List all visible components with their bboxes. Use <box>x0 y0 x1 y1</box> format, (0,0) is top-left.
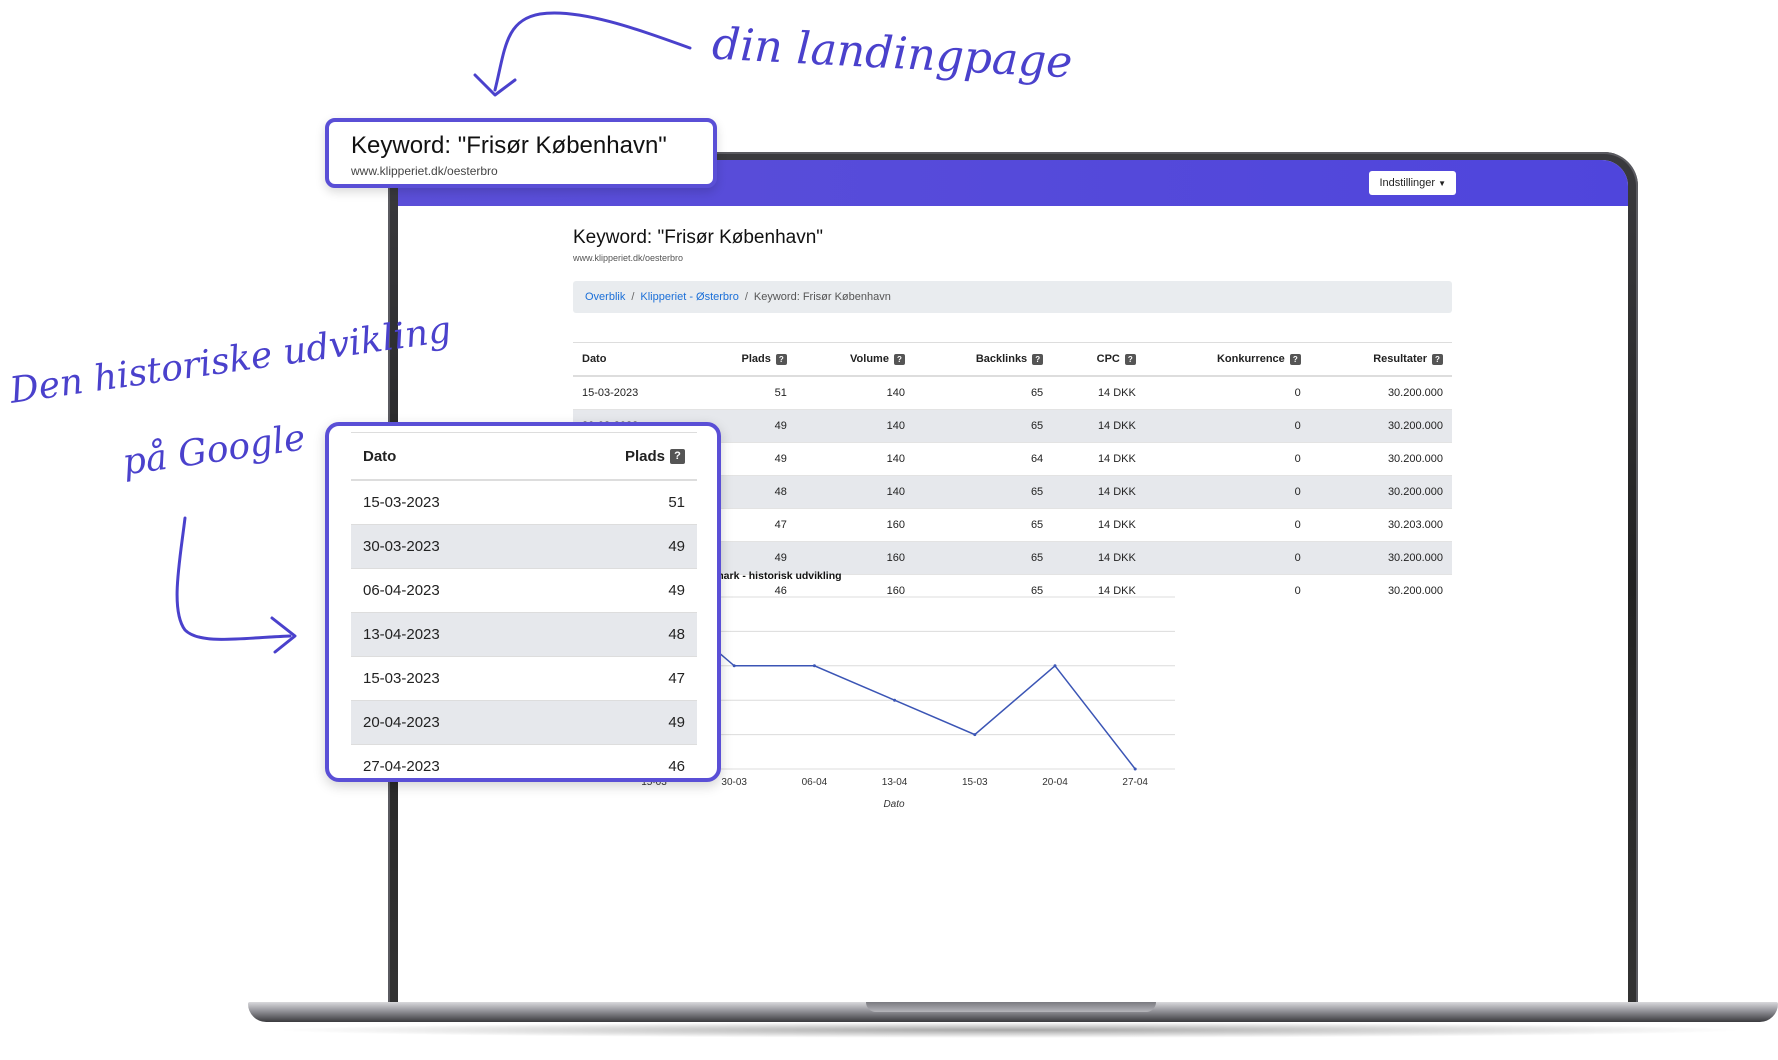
history-callout-table: Dato Plads? 15-03-2023 51 30-03-2023 49 06… <box>351 432 697 778</box>
table-row: 13-04-2023 48 <box>351 612 697 657</box>
chart-x-tick-label: 27-04 <box>1122 777 1148 788</box>
column-header-plads: Plads? <box>539 432 697 481</box>
cell-dato: 27-04-2023 <box>351 744 540 778</box>
chart-data-point <box>973 733 977 737</box>
cell-plads: 49 <box>539 700 697 745</box>
cell-plads: 51 <box>539 479 697 525</box>
chart-x-tick-label: 06-04 <box>802 777 828 788</box>
column-header-dato: Dato <box>351 432 540 481</box>
table-row: 06-04-2023 49 <box>351 568 697 613</box>
cell-dato: 06-04-2023 <box>351 568 540 613</box>
callout-keyword-title: Keyword: "Frisør København" <box>351 132 667 159</box>
table-row: 30-03-2023 49 <box>351 524 697 569</box>
cell-dato: 20-04-2023 <box>351 700 540 745</box>
table-header-row: Dato Plads? <box>351 432 697 481</box>
help-icon[interactable]: ? <box>670 449 685 465</box>
chart-x-tick-label: 20-04 <box>1042 777 1068 788</box>
laptop-shadow <box>270 1022 1750 1038</box>
cell-plads: 46 <box>539 744 697 778</box>
hook-arrow-icon <box>175 516 297 654</box>
cell-plads: 49 <box>539 568 697 613</box>
chart-data-point <box>812 664 816 668</box>
cell-plads: 48 <box>539 612 697 657</box>
table-row: 20-04-2023 49 <box>351 700 697 745</box>
cell-dato: 15-03-2023 <box>351 656 540 701</box>
chart-x-tick-label: 30-03 <box>721 777 747 788</box>
history-callout: Dato Plads? 15-03-2023 51 30-03-2023 49 06… <box>325 422 721 782</box>
annotation-history-line1: Den historiske udvikling <box>7 309 454 412</box>
chart-data-point <box>893 698 897 702</box>
cell-plads: 47 <box>539 656 697 701</box>
table-row: 27-04-2023 46 <box>351 744 697 778</box>
callout-keyword-url: www.klipperiet.dk/oesterbro <box>351 164 498 178</box>
keyword-callout: Keyword: "Frisør København" www.klipperi… <box>325 118 717 188</box>
chart-data-point <box>732 664 736 668</box>
chart-data-point <box>1053 664 1057 668</box>
cell-dato: 15-03-2023 <box>351 479 540 525</box>
chart-data-point <box>1133 767 1137 771</box>
table-row: 15-03-2023 47 <box>351 656 697 701</box>
chart-x-axis-label: Dato <box>883 799 905 810</box>
chart-x-tick-label: 13-04 <box>882 777 908 788</box>
annotation-landing-page: din landingpage <box>710 18 1074 89</box>
laptop-notch <box>866 1002 1156 1012</box>
cell-dato: 13-04-2023 <box>351 612 540 657</box>
chart-series-line <box>653 596 1136 770</box>
annotation-history-line2: på Google <box>120 417 308 484</box>
table-row: 15-03-2023 51 <box>351 479 697 525</box>
cell-dato: 30-03-2023 <box>351 524 540 569</box>
cell-plads: 49 <box>539 524 697 569</box>
curved-arrow-icon <box>473 11 692 97</box>
chart-x-tick-label: 15-03 <box>962 777 988 788</box>
